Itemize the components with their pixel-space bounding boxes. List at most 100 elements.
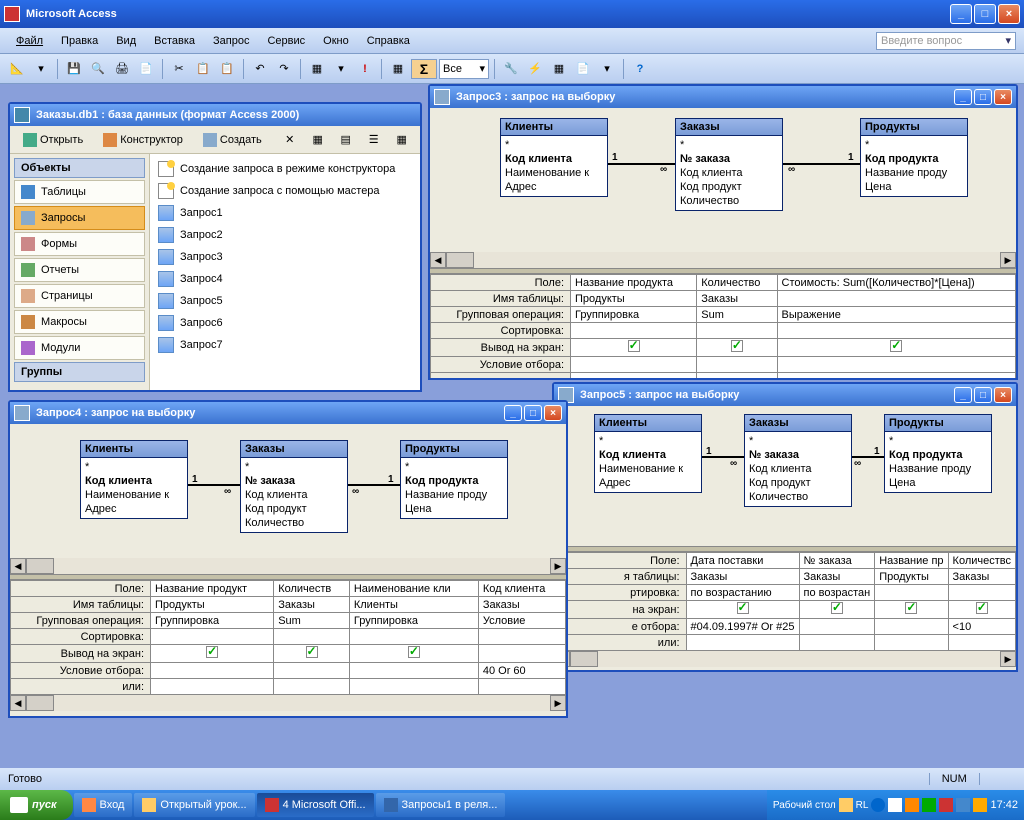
scroll-right[interactable]: ▶	[550, 695, 566, 711]
db-open-button[interactable]: Открыть	[16, 129, 90, 151]
scroll-thumb[interactable]	[446, 252, 474, 268]
copy-button[interactable]: 📋	[192, 58, 214, 80]
query5-grid[interactable]: Поле:Дата поставки№ заказаНазвание прКол…	[554, 552, 1016, 651]
q4-max[interactable]: □	[524, 405, 542, 421]
menu-tools[interactable]: Сервис	[259, 32, 313, 50]
build-button[interactable]: ⚡	[524, 58, 546, 80]
db-view-detail[interactable]: ▦	[391, 129, 413, 151]
scroll-thumb[interactable]	[26, 695, 54, 711]
q3-max[interactable]: □	[974, 89, 992, 105]
db-object-list[interactable]: Создание запроса в режиме конструктора С…	[150, 154, 420, 390]
querytype-button[interactable]: ▦	[306, 58, 328, 80]
topvalues-combo[interactable]: Все▾	[439, 59, 489, 79]
maximize-button[interactable]: □	[974, 4, 996, 24]
table-clients[interactable]: Клиенты *Код клиентаНаименование кАдрес	[80, 440, 188, 519]
menu-edit[interactable]: Правка	[53, 32, 106, 50]
db-design-button[interactable]: Конструктор	[96, 129, 190, 151]
sidebar-item-modules[interactable]: Модули	[14, 336, 145, 360]
scroll-right[interactable]: ▶	[550, 558, 566, 574]
paste-button[interactable]: 📋	[216, 58, 238, 80]
sidebar-item-queries[interactable]: Запросы	[14, 206, 145, 230]
totals-button[interactable]: Σ	[411, 59, 437, 79]
scroll-left[interactable]: ◀	[10, 558, 26, 574]
list-item[interactable]: Запрос5	[154, 290, 416, 312]
menu-window[interactable]: Окно	[315, 32, 357, 50]
list-item[interactable]: Создание запроса в режиме конструктора	[154, 158, 416, 180]
newobj-button[interactable]: 📄	[572, 58, 594, 80]
q4-min[interactable]: _	[504, 405, 522, 421]
sidebar-item-macros[interactable]: Макросы	[14, 310, 145, 334]
redo-button[interactable]: ↷	[273, 58, 295, 80]
scroll-left[interactable]: ◀	[430, 252, 446, 268]
minimize-button[interactable]: _	[950, 4, 972, 24]
q3-min[interactable]: _	[954, 89, 972, 105]
print-button[interactable]: 🖨	[111, 58, 133, 80]
sidebar-item-pages[interactable]: Страницы	[14, 284, 145, 308]
table-orders[interactable]: Заказы *№ заказаКод клиентаКод продуктКо…	[240, 440, 348, 533]
table-products[interactable]: Продукты *Код продуктаНазвание продуЦена	[400, 440, 508, 519]
q5-max[interactable]: □	[974, 387, 992, 403]
list-item[interactable]: Запрос6	[154, 312, 416, 334]
db-create-button[interactable]: Создать	[196, 129, 269, 151]
table-orders[interactable]: Заказы *№ заказаКод клиентаКод продуктКо…	[675, 118, 783, 211]
list-item[interactable]: Создание запроса с помощью мастера	[154, 180, 416, 202]
menu-file[interactable]: Файл	[8, 32, 51, 50]
preview-button[interactable]: 📄	[135, 58, 157, 80]
system-tray[interactable]: Рабочий стол RL 17:42	[767, 790, 1024, 820]
run-button[interactable]: !	[354, 58, 376, 80]
list-item[interactable]: Запрос3	[154, 246, 416, 268]
help-button[interactable]: ?	[629, 58, 651, 80]
search-button[interactable]: 🔍	[87, 58, 109, 80]
undo-button[interactable]: ↶	[249, 58, 271, 80]
view-button[interactable]: 📐	[6, 58, 28, 80]
showtable-button[interactable]: ▦	[387, 58, 409, 80]
view-dd[interactable]: ▾	[30, 58, 52, 80]
dbwin-button[interactable]: ▦	[548, 58, 570, 80]
properties-button[interactable]: 🔧	[500, 58, 522, 80]
q5-min[interactable]: _	[954, 387, 972, 403]
table-products[interactable]: Продукты *Код продуктаНазвание продуЦена	[860, 118, 968, 197]
table-products[interactable]: Продукты *Код продуктаНазвание продуЦена	[884, 414, 992, 493]
list-item[interactable]: Запрос4	[154, 268, 416, 290]
menu-view[interactable]: Вид	[108, 32, 144, 50]
querytype-dd[interactable]: ▾	[330, 58, 352, 80]
taskbar-item[interactable]: Вход	[74, 793, 133, 817]
menu-query[interactable]: Запрос	[205, 32, 257, 50]
q3-close[interactable]: ×	[994, 89, 1012, 105]
scroll-thumb[interactable]	[570, 651, 598, 667]
scroll-thumb[interactable]	[26, 558, 54, 574]
menu-insert[interactable]: Вставка	[146, 32, 203, 50]
db-view-small[interactable]: ▤	[335, 129, 357, 151]
query3-grid[interactable]: Поле:Название продуктаКоличествоСтоимост…	[430, 274, 1016, 380]
start-button[interactable]: пуск	[0, 790, 73, 820]
sidebar-item-tables[interactable]: Таблицы	[14, 180, 145, 204]
taskbar-item[interactable]: Открытый урок...	[134, 793, 254, 817]
list-item[interactable]: Запрос7	[154, 334, 416, 356]
cut-button[interactable]: ✂	[168, 58, 190, 80]
save-button[interactable]: 💾	[63, 58, 85, 80]
db-title: Заказы.db1 : база данных (формат Access …	[36, 109, 299, 121]
table-orders[interactable]: Заказы *№ заказаКод клиентаКод продуктКо…	[744, 414, 852, 507]
q5-close[interactable]: ×	[994, 387, 1012, 403]
list-item[interactable]: Запрос2	[154, 224, 416, 246]
scroll-left[interactable]: ◀	[10, 695, 26, 711]
table-clients[interactable]: Клиенты *Код клиентаНаименование кАдрес	[594, 414, 702, 493]
sidebar-item-forms[interactable]: Формы	[14, 232, 145, 256]
query4-title: Запрос4 : запрос на выборку	[36, 407, 195, 419]
q4-close[interactable]: ×	[544, 405, 562, 421]
list-item[interactable]: Запрос1	[154, 202, 416, 224]
taskbar-item[interactable]: Запросы1 в реля...	[376, 793, 506, 817]
query4-grid[interactable]: Поле:Название продуктКоличествНаименован…	[10, 580, 566, 695]
newobj-dd[interactable]: ▾	[596, 58, 618, 80]
db-view-list[interactable]: ☰	[363, 129, 385, 151]
sidebar-item-reports[interactable]: Отчеты	[14, 258, 145, 282]
taskbar-item[interactable]: 4 Microsoft Offi...	[257, 793, 374, 817]
menu-help[interactable]: Справка	[359, 32, 418, 50]
scroll-right[interactable]: ▶	[1000, 252, 1016, 268]
help-search-box[interactable]: Введите вопрос▾	[876, 32, 1016, 50]
db-view-large[interactable]: ▦	[307, 129, 329, 151]
scroll-right[interactable]: ▶	[1000, 651, 1016, 667]
table-clients[interactable]: Клиенты *Код клиентаНаименование кАдрес	[500, 118, 608, 197]
db-delete-button[interactable]: ✕	[279, 129, 301, 151]
close-button[interactable]: ×	[998, 4, 1020, 24]
